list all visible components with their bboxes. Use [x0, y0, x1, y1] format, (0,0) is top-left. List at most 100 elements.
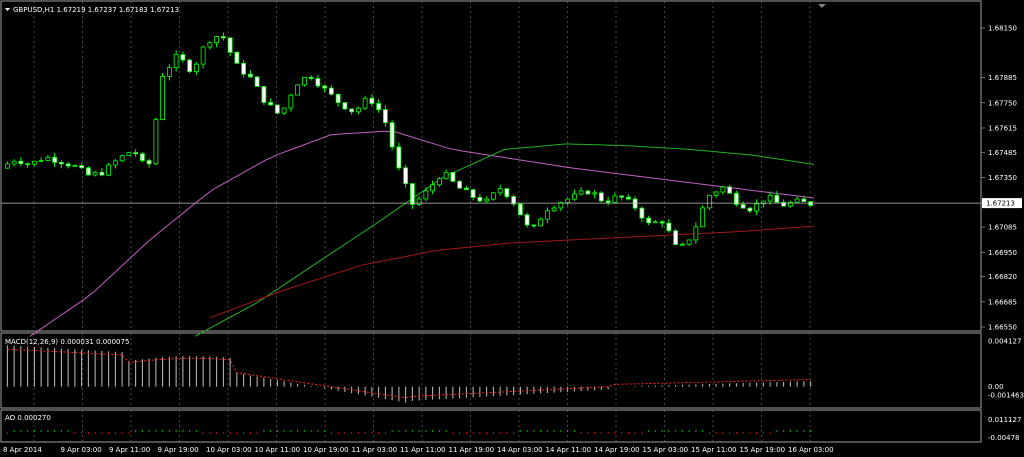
- candle-body: [92, 171, 98, 176]
- symbol-header: GBPUSD,H1 1.67219 1.67237 1.67183 1.6721…: [13, 6, 179, 14]
- candle-body: [706, 194, 712, 209]
- time-label: 9 Apr 19:00: [158, 446, 199, 454]
- candle-body: [632, 198, 638, 209]
- candle-body: [463, 187, 469, 191]
- candle-body: [247, 73, 253, 78]
- time-label: 10 Apr 11:00: [255, 446, 301, 454]
- candle-body: [241, 62, 247, 75]
- price-tick-label: 1.67885: [988, 74, 1017, 82]
- macd-tick-label: -0.001463: [988, 392, 1024, 400]
- candle-body: [639, 207, 645, 219]
- candle-body: [585, 190, 591, 195]
- candle-body: [295, 84, 301, 96]
- chart-canvas[interactable]: 0.004127 0.00-0.001463 0.011127 -0.00478 1…: [0, 0, 1024, 457]
- candle-body: [139, 153, 145, 161]
- candle-body: [794, 198, 800, 203]
- time-label: 10 Apr 03:00: [206, 446, 252, 454]
- candle-body: [571, 193, 577, 200]
- candle-body: [477, 196, 483, 202]
- candle-body: [126, 152, 132, 156]
- candle-body: [774, 194, 780, 203]
- candle-body: [4, 163, 10, 169]
- candle-body: [450, 172, 456, 182]
- candle-body: [423, 190, 429, 200]
- price-tick-label: 1.66950: [988, 249, 1017, 257]
- candle-body: [470, 189, 476, 198]
- candle-body: [646, 217, 652, 224]
- time-label: 14 Apr 03:00: [497, 446, 543, 454]
- time-label: 15 Apr 11:00: [691, 446, 737, 454]
- candle-body: [727, 186, 733, 194]
- candle-body: [544, 210, 550, 220]
- current-price-label: 1.67213: [986, 200, 1015, 208]
- candle-body: [342, 102, 348, 110]
- time-label: 10 Apr 19:00: [303, 446, 349, 454]
- candle-body: [673, 230, 679, 245]
- candle-body: [349, 108, 355, 113]
- candle-body: [193, 63, 199, 73]
- candle-body: [484, 198, 490, 202]
- candle-body: [490, 192, 496, 200]
- candle-body: [416, 198, 422, 205]
- price-tick-label: 1.67615: [988, 124, 1017, 132]
- candle-body: [531, 224, 537, 227]
- candle-body: [598, 192, 604, 202]
- candle-body: [106, 164, 112, 176]
- candle-body: [740, 204, 746, 209]
- time-label: 11 Apr 19:00: [449, 446, 495, 454]
- candle-body: [85, 167, 91, 176]
- candle-body: [801, 198, 807, 203]
- price-tick-label: 1.68150: [988, 25, 1017, 33]
- candle-body: [220, 36, 226, 39]
- candle-body: [72, 165, 78, 167]
- price-tick-label: 1.66685: [988, 298, 1017, 306]
- candle-body: [187, 59, 193, 73]
- candle-body: [686, 239, 692, 245]
- candle-body: [166, 67, 172, 77]
- candle-body: [268, 102, 274, 106]
- candle-body: [200, 46, 206, 65]
- candle-body: [227, 37, 233, 53]
- candle-body: [443, 172, 449, 180]
- time-label: 11 Apr 11:00: [400, 446, 446, 454]
- candle-body: [322, 85, 328, 89]
- candle-body: [234, 51, 240, 64]
- candle-body: [538, 218, 544, 227]
- candle-body: [58, 161, 64, 165]
- candle-body: [369, 97, 375, 104]
- candle-body: [99, 171, 105, 176]
- time-label: 14 Apr 11:00: [546, 446, 592, 454]
- price-tick-label: 1.67085: [988, 224, 1017, 232]
- candle-body: [808, 201, 814, 206]
- candle-body: [382, 109, 388, 124]
- candle-body: [31, 160, 37, 165]
- candle-body: [376, 103, 382, 111]
- candle-body: [173, 54, 179, 69]
- ao-tick-label: -0.00478: [988, 434, 1019, 442]
- candle-body: [409, 183, 415, 205]
- candle-body: [45, 156, 51, 161]
- candle-body: [693, 226, 699, 241]
- candle-body: [146, 160, 152, 165]
- candle-body: [52, 156, 58, 163]
- time-label: 16 Apr 03:00: [788, 446, 834, 454]
- time-label: 8 Apr 2014: [3, 446, 42, 454]
- candle-body: [754, 203, 760, 212]
- candle-body: [207, 42, 213, 48]
- candle-body: [389, 122, 395, 148]
- candle-body: [625, 196, 631, 200]
- candle-body: [18, 160, 24, 165]
- candle-body: [315, 78, 321, 87]
- candle-body: [578, 190, 584, 195]
- candle-body: [288, 94, 294, 109]
- time-label: 9 Apr 03:00: [61, 446, 102, 454]
- candle-body: [214, 36, 220, 44]
- time-label: 9 Apr 11:00: [109, 446, 150, 454]
- candle-body: [153, 119, 159, 165]
- candle-body: [551, 207, 557, 212]
- candle-body: [403, 167, 409, 185]
- price-tick-label: 1.66550: [988, 324, 1017, 332]
- candle-body: [160, 76, 166, 120]
- candle-body: [720, 186, 726, 193]
- candle-body: [619, 195, 625, 198]
